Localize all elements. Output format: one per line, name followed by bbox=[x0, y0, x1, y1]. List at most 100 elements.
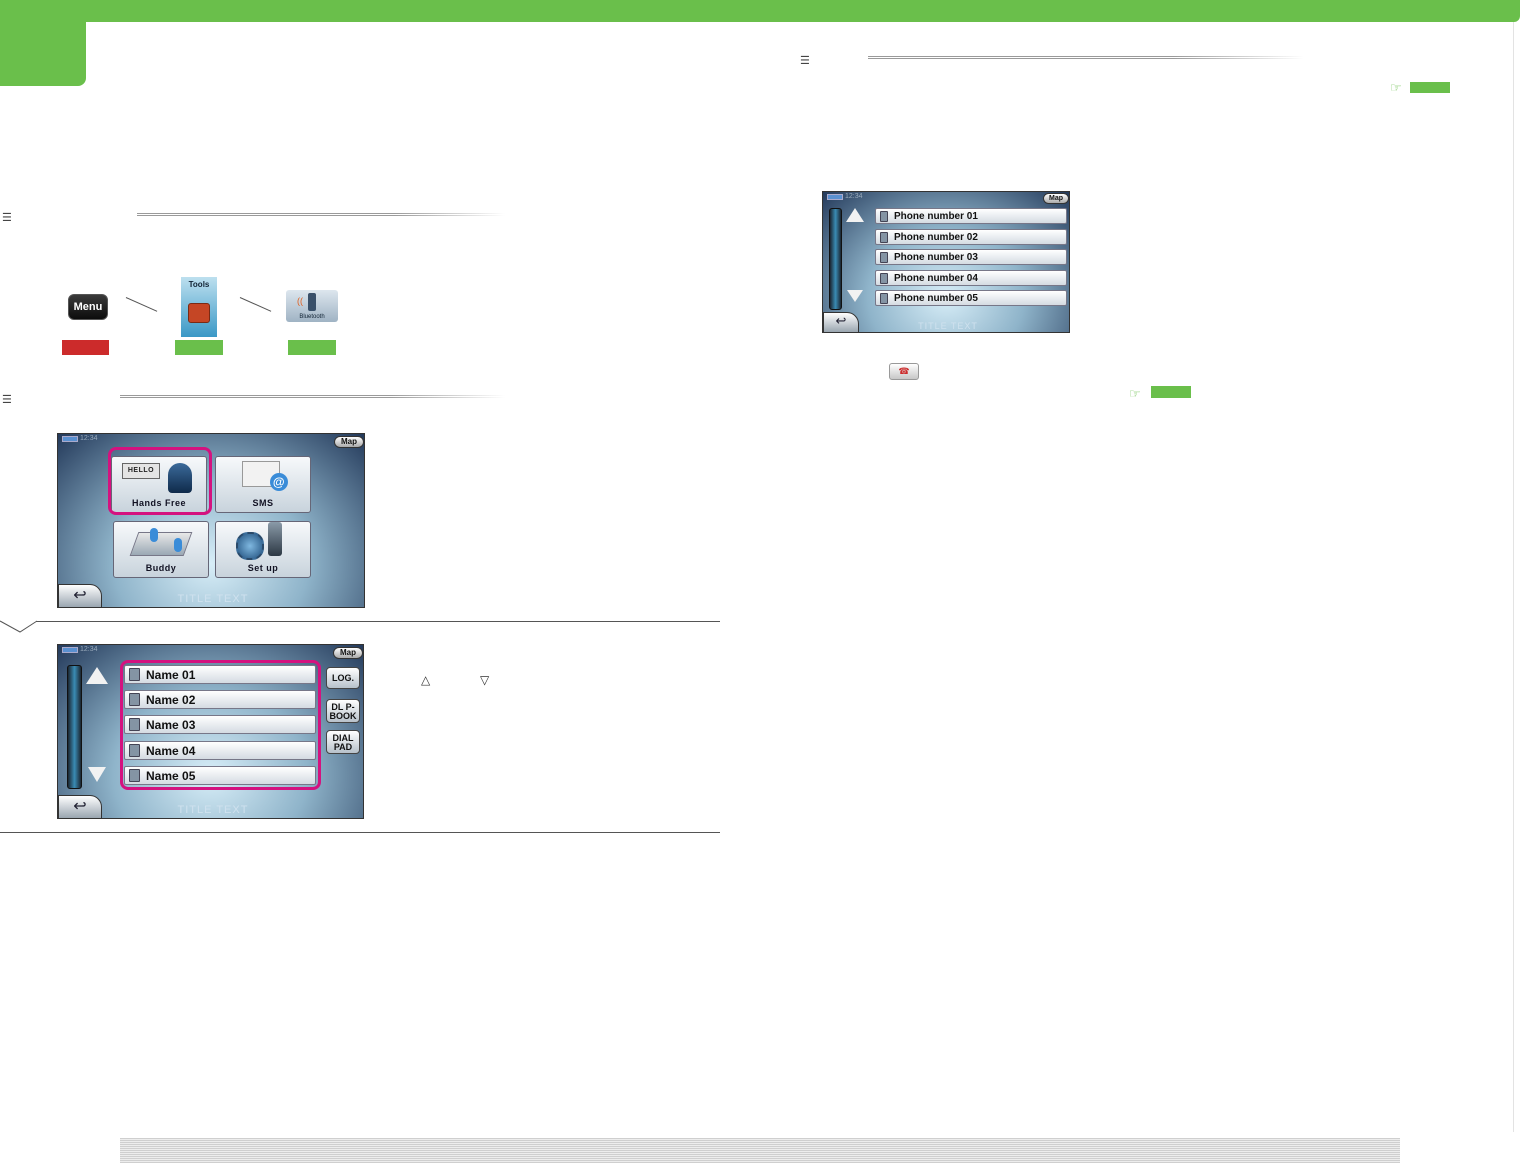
page-reference-tag bbox=[1410, 82, 1450, 93]
tile-set-up[interactable]: Set up bbox=[215, 521, 311, 578]
scroll-down-button[interactable] bbox=[88, 767, 106, 782]
tools-icon: Tools bbox=[181, 277, 217, 337]
back-arrow-icon: ↩ bbox=[73, 587, 87, 604]
list-item-label: Phone number 05 bbox=[894, 292, 978, 304]
page-divider bbox=[1513, 22, 1514, 1132]
step-arrow bbox=[125, 297, 158, 312]
toolbox-icon bbox=[188, 303, 210, 323]
at-sign-icon: @ bbox=[270, 473, 288, 491]
menu-button-icon: Menu bbox=[68, 294, 108, 320]
bluetooth-label: Bluetooth bbox=[299, 314, 325, 320]
person-icon bbox=[150, 528, 158, 542]
back-button[interactable]: ↩ bbox=[58, 584, 102, 607]
section-icon: ☰ bbox=[800, 55, 810, 67]
list-item[interactable]: Phone number 02 bbox=[875, 229, 1067, 245]
clock: 12:34 bbox=[80, 435, 98, 442]
battery-icon bbox=[827, 194, 843, 200]
step-arrow bbox=[239, 297, 272, 312]
list-item-label: Phone number 02 bbox=[894, 231, 978, 243]
gear-icon bbox=[236, 532, 264, 560]
step-divider bbox=[36, 621, 720, 622]
tools-label: Tools bbox=[188, 280, 210, 289]
section-end-divider bbox=[0, 832, 720, 833]
tile-label: Buddy bbox=[145, 563, 177, 573]
header-bar bbox=[0, 0, 1520, 22]
tile-sms[interactable]: @ SMS bbox=[215, 456, 311, 513]
map-label: Map bbox=[340, 648, 356, 657]
list-item-label: Phone number 04 bbox=[894, 272, 978, 284]
tile-buddy[interactable]: Buddy bbox=[113, 521, 209, 578]
back-arrow-icon: ↩ bbox=[73, 798, 87, 815]
dial-pad-button[interactable]: DIAL PAD bbox=[326, 730, 360, 754]
section-icon: ☰ bbox=[2, 212, 12, 224]
log-button[interactable]: LOG. bbox=[326, 667, 360, 689]
signal-waves-icon: (( bbox=[297, 296, 303, 306]
up-triangle-icon: △ bbox=[421, 673, 431, 687]
map-label: Map bbox=[1049, 195, 1063, 202]
download-phonebook-label: DL P-BOOK bbox=[329, 702, 357, 721]
step-tag-green bbox=[175, 340, 223, 355]
clock: 12:34 bbox=[845, 193, 863, 200]
tile-label: SMS bbox=[252, 498, 274, 508]
battery-icon bbox=[62, 647, 78, 653]
log-label: LOG. bbox=[332, 673, 354, 683]
scroll-bar[interactable] bbox=[67, 665, 82, 789]
down-triangle-icon: ▽ bbox=[480, 673, 490, 687]
status-bar: 12:34 bbox=[58, 434, 364, 446]
person-icon bbox=[174, 538, 182, 552]
list-item[interactable]: Phone number 03 bbox=[875, 249, 1067, 265]
dial-pad-label: DIAL PAD bbox=[332, 733, 354, 752]
menu-button-label: Menu bbox=[73, 301, 103, 313]
end-call-button-icon: ☎ bbox=[889, 363, 919, 380]
download-phonebook-button[interactable]: DL P-BOOK bbox=[326, 699, 360, 723]
reference-hand-icon: ☞ bbox=[1390, 80, 1402, 95]
home-icon bbox=[880, 231, 888, 243]
phone-icon bbox=[308, 293, 316, 311]
back-arrow-icon: ↩ bbox=[835, 313, 847, 328]
selection-highlight bbox=[120, 660, 321, 790]
list-item-label: Phone number 01 bbox=[894, 210, 978, 222]
screen-title: TITLE TEXT bbox=[177, 804, 249, 816]
phone-icon bbox=[880, 210, 888, 222]
list-item[interactable]: Phone number 04 bbox=[875, 270, 1067, 286]
map-button[interactable]: Map bbox=[333, 647, 363, 659]
back-button[interactable]: ↩ bbox=[823, 312, 859, 332]
section-rule bbox=[120, 395, 505, 399]
map-board-icon bbox=[129, 532, 193, 556]
map-button[interactable]: Map bbox=[334, 436, 364, 448]
status-bar: 12:34 bbox=[58, 645, 363, 657]
screen-title: TITLE TEXT bbox=[177, 593, 249, 605]
battery-icon bbox=[62, 436, 78, 442]
back-button[interactable]: ↩ bbox=[58, 795, 102, 818]
page-reference-tag bbox=[1151, 386, 1191, 398]
tile-label: Set up bbox=[247, 563, 279, 573]
scroll-up-button[interactable] bbox=[86, 667, 108, 684]
scroll-bar[interactable] bbox=[829, 208, 842, 310]
step-pointer bbox=[0, 620, 38, 633]
scroll-up-button[interactable] bbox=[846, 208, 864, 222]
list-item[interactable]: Phone number 05 bbox=[875, 290, 1067, 306]
list-item[interactable]: Phone number 01 bbox=[875, 208, 1067, 224]
other-number-icon bbox=[880, 292, 888, 304]
screen-title: TITLE TEXT bbox=[918, 321, 978, 331]
phone-number-screen: 12:34 Map Phone number 01 Phone number 0… bbox=[822, 191, 1070, 333]
map-button[interactable]: Map bbox=[1043, 193, 1069, 204]
contact-list-screen: 12:34 Map Name 01 Name 02 Name 03 Name 0… bbox=[57, 644, 364, 819]
mobile-icon bbox=[880, 251, 888, 263]
office-icon bbox=[880, 272, 888, 284]
step-tag-green bbox=[288, 340, 336, 355]
step-tag-red bbox=[62, 340, 109, 355]
scroll-down-button[interactable] bbox=[847, 290, 863, 302]
section-icon: ☰ bbox=[2, 394, 12, 406]
map-label: Map bbox=[341, 437, 357, 446]
mobile-phone-icon bbox=[268, 522, 282, 556]
reference-hand-icon: ☞ bbox=[1129, 386, 1141, 401]
phone-menu-screen: 12:34 Map HELLO Hands Free @ SMS Buddy S… bbox=[57, 433, 365, 608]
status-bar: 12:34 bbox=[823, 192, 1069, 204]
bluetooth-icon: (( Bluetooth bbox=[286, 290, 338, 322]
footer-bar bbox=[120, 1138, 1400, 1163]
clock: 12:34 bbox=[80, 646, 98, 653]
section-rule bbox=[137, 213, 505, 217]
chapter-tab bbox=[0, 0, 86, 86]
list-item-label: Phone number 03 bbox=[894, 251, 978, 263]
